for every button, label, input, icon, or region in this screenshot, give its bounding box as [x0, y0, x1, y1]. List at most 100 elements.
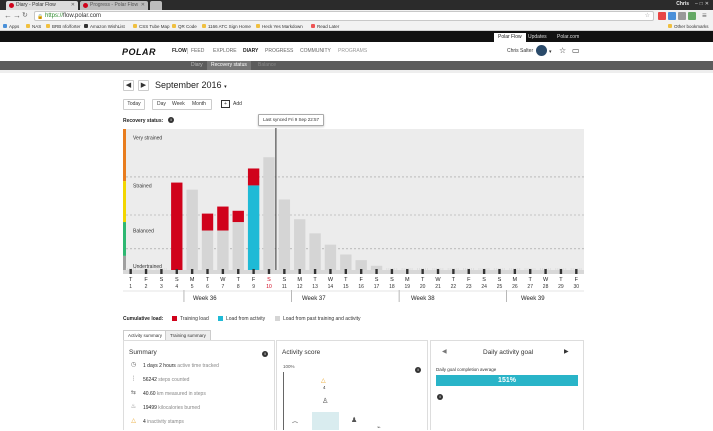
day-letter: F: [144, 277, 148, 283]
day-number: 18: [389, 284, 395, 290]
day-tick: [436, 269, 440, 274]
bar-past-load: [340, 254, 352, 270]
day-tick: [267, 269, 271, 274]
bar-training-load: [232, 210, 244, 223]
day-letter: T: [421, 277, 425, 283]
day-tick: [329, 269, 332, 274]
day-tick: [559, 269, 563, 274]
cumulative-load-label: Cumulative load:: [123, 316, 164, 322]
day-tick: [529, 269, 532, 274]
week-label: Week 38: [411, 296, 435, 302]
day-tick: [190, 269, 194, 274]
level-label: Balanced: [133, 229, 154, 235]
day-tick: [160, 269, 163, 274]
day-tick: [344, 269, 348, 274]
day-tick: [390, 269, 394, 274]
day-letter: S: [482, 277, 486, 283]
day-tick: [144, 269, 148, 274]
day-tick: [252, 269, 255, 274]
day-letter: T: [529, 277, 533, 283]
day-number: 11: [282, 284, 287, 290]
day-letter: M: [405, 277, 410, 283]
day-number: 21: [435, 284, 441, 290]
summary-row: ◷ 1 days 2 hours active time tracked: [130, 362, 219, 369]
day-letter: S: [498, 277, 502, 283]
day-number: 9: [252, 284, 255, 290]
day-letter: W: [543, 277, 549, 283]
day-letter: F: [467, 277, 471, 283]
bar-past-load: [263, 157, 275, 270]
day-tick: [206, 269, 209, 274]
day-number: 24: [481, 284, 487, 290]
score-percent: 100%: [283, 364, 295, 369]
bar-training-load: [171, 182, 183, 270]
summary-row: ♨ 19499 kilocalories burned: [130, 404, 200, 411]
tab-training-summary[interactable]: Training summary: [165, 330, 211, 340]
day-number: 13: [312, 284, 318, 290]
bar-past-load: [278, 199, 291, 270]
day-tick: [313, 269, 317, 274]
bar-past-load: [355, 260, 367, 270]
day-letter: M: [297, 277, 302, 283]
info-icon[interactable]: i: [262, 351, 268, 357]
bar-past-load: [217, 230, 229, 270]
day-tick: [283, 269, 286, 274]
summary-row: △ 4 inactivity stamps: [131, 418, 184, 425]
day-number: 15: [343, 284, 349, 290]
score-bar: [312, 412, 339, 430]
day-tick: [237, 269, 240, 274]
distance-icon: ⇆: [130, 390, 137, 396]
bar-past-load: [186, 189, 198, 270]
bar-training-load: [217, 206, 229, 231]
day-number: 6: [206, 284, 209, 290]
stamp-count: 4: [323, 385, 326, 390]
legend-swatch: [172, 316, 177, 321]
day-tick: [375, 269, 378, 274]
tab-activity-summary[interactable]: Activity summary: [123, 330, 168, 340]
summary-row: ⋮ 56242 steps counted: [130, 376, 190, 383]
day-number: 27: [527, 284, 533, 290]
clock-icon: ◷: [130, 362, 137, 368]
info-icon[interactable]: i: [437, 394, 443, 400]
day-number: 23: [466, 284, 472, 290]
day-tick: [575, 269, 578, 274]
day-number: 3: [160, 284, 163, 290]
day-letter: S: [390, 277, 394, 283]
day-number: 4: [175, 284, 178, 290]
warning-icon: △: [321, 378, 326, 384]
zone-color-band: [123, 255, 126, 270]
day-letter: S: [160, 277, 164, 283]
bar-activity-load: [247, 185, 260, 270]
day-number: 8: [237, 284, 240, 290]
bar-training-load: [247, 168, 260, 186]
day-number: 5: [191, 284, 194, 290]
day-letter: T: [206, 277, 210, 283]
warning-icon: △: [131, 418, 136, 424]
week-label: Week 39: [521, 296, 545, 302]
day-number: 25: [497, 284, 503, 290]
day-number: 2: [145, 284, 148, 290]
day-tick: [406, 269, 409, 274]
day-tick: [129, 269, 132, 274]
day-letter: S: [175, 277, 179, 283]
info-icon[interactable]: i: [415, 367, 421, 373]
day-tick: [452, 269, 455, 274]
goal-next-icon[interactable]: ▶: [564, 348, 569, 355]
goal-percent: 151%: [498, 377, 516, 384]
day-number: 1: [129, 284, 132, 290]
day-number: 28: [543, 284, 549, 290]
day-number: 30: [574, 284, 580, 290]
sitting-figure-icon: ♙: [322, 398, 329, 405]
lying-figure-icon: ⌒: [292, 423, 299, 429]
day-tick: [544, 269, 547, 274]
flame-icon: ♨: [130, 404, 137, 410]
day-letter: S: [283, 277, 287, 283]
day-number: 29: [558, 284, 564, 290]
bar-past-load: [232, 222, 244, 270]
goal-progress-bar: 151%: [436, 375, 578, 386]
day-number: 22: [451, 284, 457, 290]
day-number: 12: [297, 284, 303, 290]
week-label: Week 36: [193, 296, 217, 302]
goal-previous-icon[interactable]: ◀: [442, 348, 447, 355]
score-axis: [283, 372, 284, 430]
